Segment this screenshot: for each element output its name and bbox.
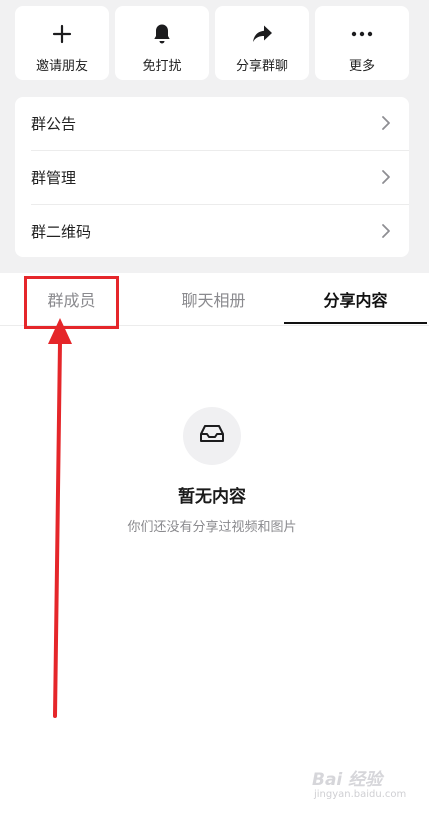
- annotation-arrow: [48, 318, 72, 718]
- watermark: Bai 经验 jingyan.baidu.com: [312, 765, 422, 805]
- watermark-logo: Bai 经验: [312, 770, 383, 790]
- watermark-url: jingyan.baidu.com: [314, 789, 407, 800]
